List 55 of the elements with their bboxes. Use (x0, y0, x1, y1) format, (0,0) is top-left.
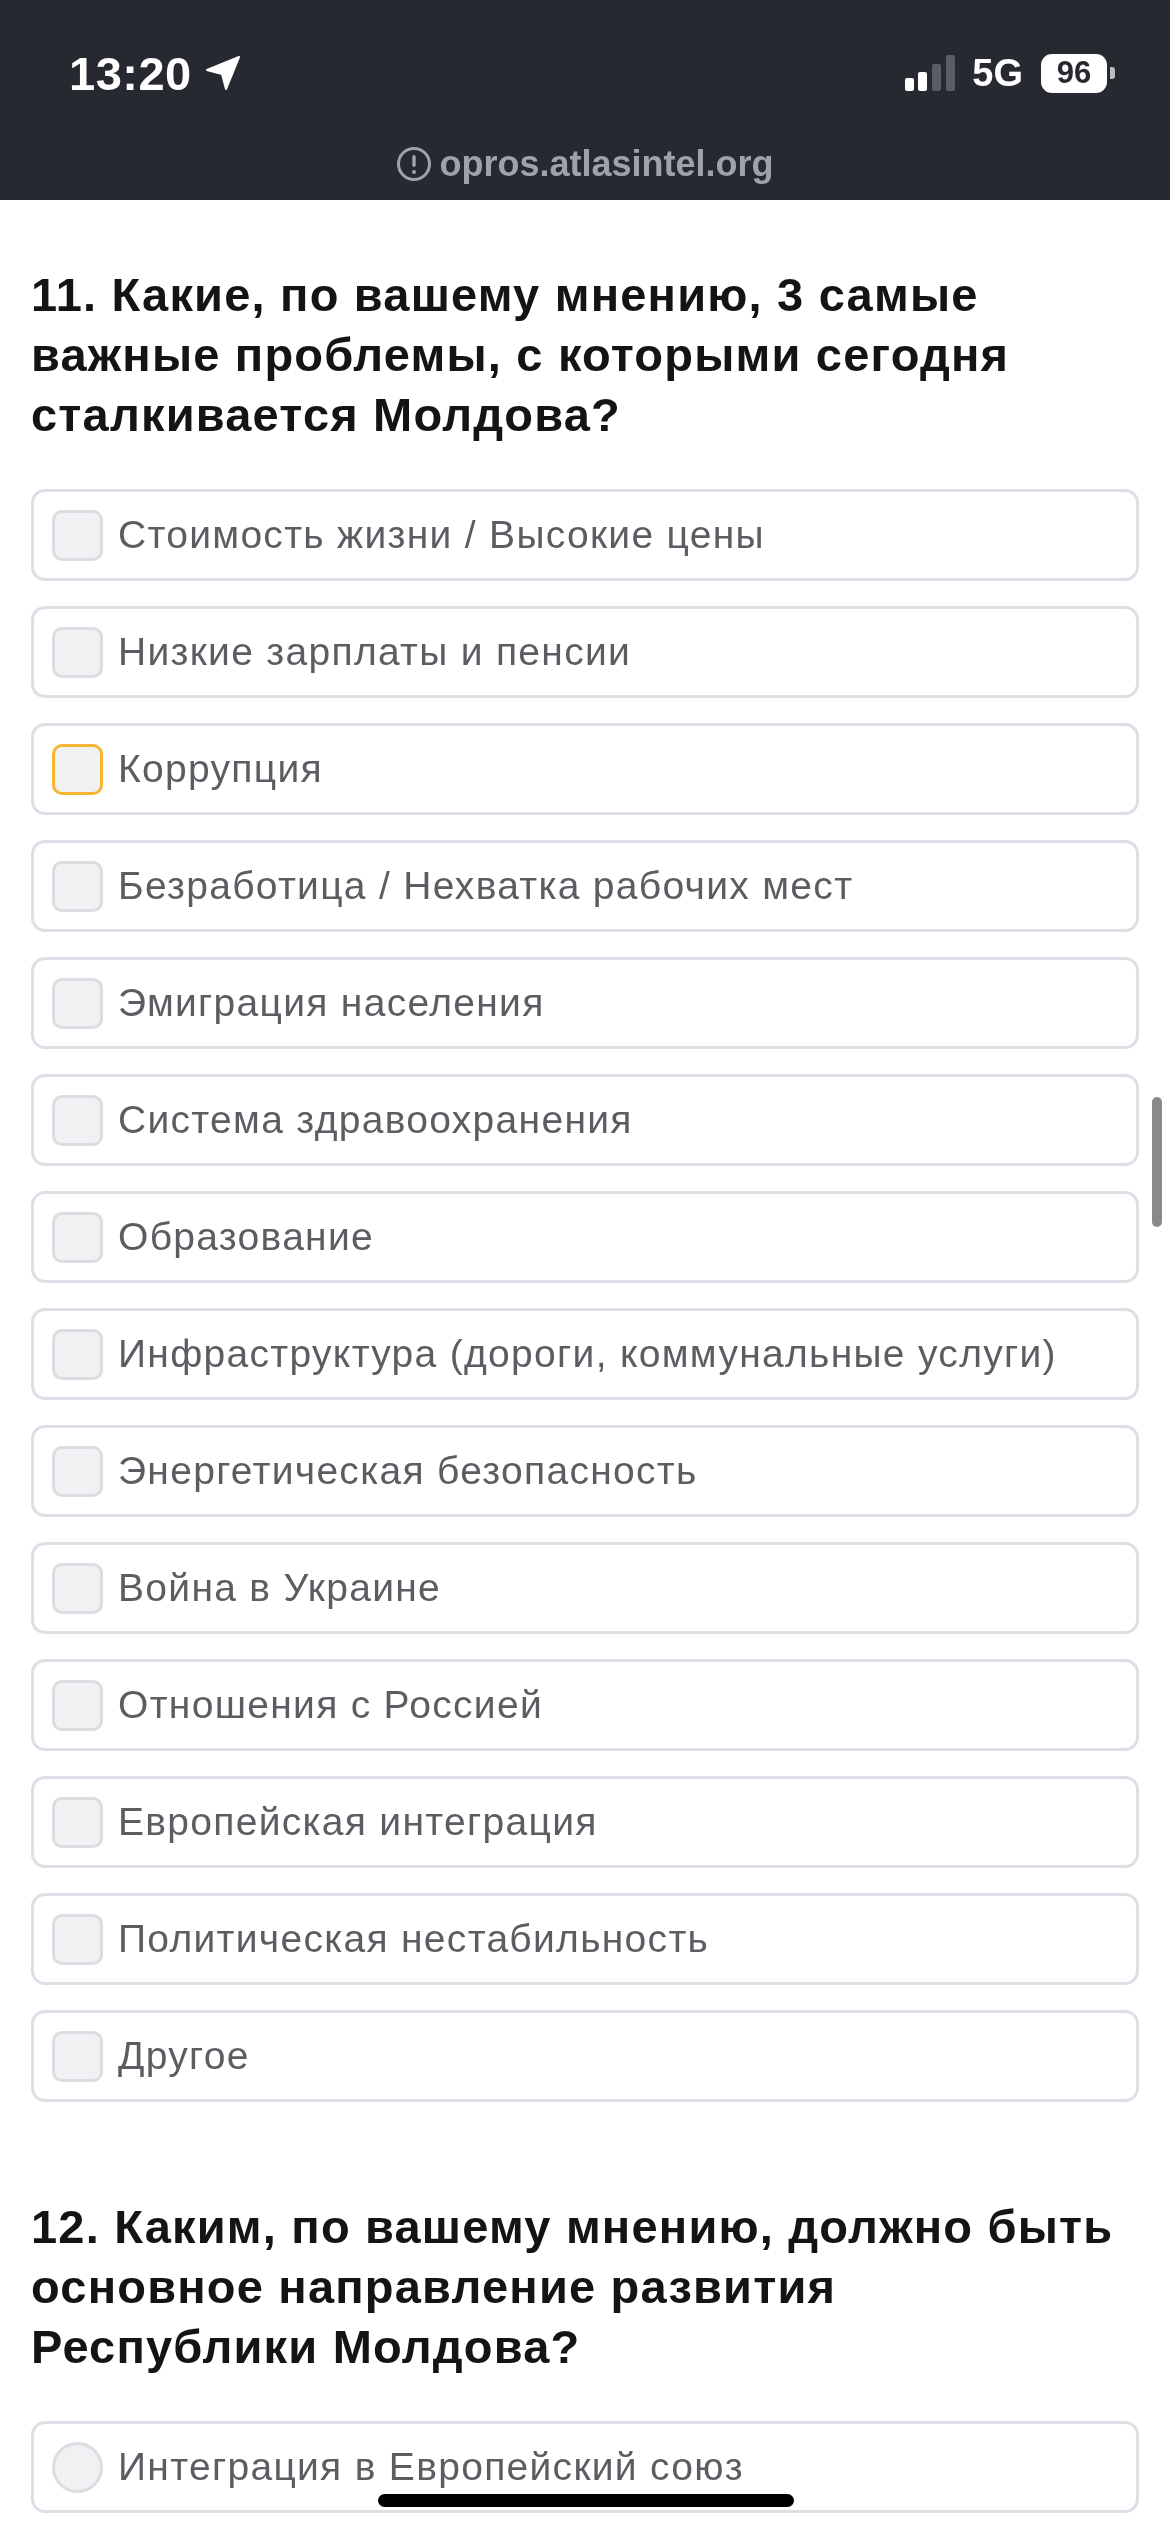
checkbox[interactable] (52, 1445, 103, 1497)
option-label: Низкие зарплаты и пенсии (118, 630, 632, 674)
checkbox[interactable] (52, 509, 103, 561)
answer-option[interactable]: Другое (31, 2010, 1139, 2102)
question-title: 11. Какие, по вашему мнению, 3 самые важные проблемы, с которыми сегодня сталкивается Молдова? (31, 267, 1011, 443)
address-url[interactable]: opros.atlasintel.org (439, 143, 774, 185)
checkbox[interactable] (52, 977, 103, 1029)
battery-indicator: 96 (1041, 53, 1115, 93)
answer-option[interactable]: Низкие зарплаты и пенсии (31, 606, 1139, 698)
option-label: Система здравоохранения (118, 1098, 633, 1142)
location-arrow-icon (204, 55, 241, 91)
answer-option[interactable]: Интеграция в Европейский союз (31, 2421, 1139, 2513)
checkbox[interactable] (52, 860, 103, 912)
option-label: Другое (118, 2034, 250, 2078)
option-label: Европейская интеграция (118, 1800, 598, 1844)
checkbox[interactable] (52, 626, 103, 678)
answer-option[interactable]: Европейская интеграция (31, 1776, 1139, 1868)
checkbox[interactable] (52, 1796, 103, 1848)
answer-option[interactable]: Политическая нестабильность (31, 1893, 1139, 1985)
answer-option[interactable]: Стоимость жизни / Высокие цены (31, 489, 1139, 581)
option-label: Инфраструктура (дороги, коммунальные услуги) (118, 1332, 1057, 1376)
checkbox[interactable] (52, 1913, 103, 1965)
option-label: Политическая нестабильность (118, 1917, 710, 1961)
option-label: Отношения с Россией (118, 1683, 543, 1727)
network-type: 5G (972, 51, 1023, 95)
option-label: Безработица / Нехватка рабочих мест (118, 864, 854, 908)
answer-option[interactable]: Отношения с Россией (31, 1659, 1139, 1751)
scrollbar-thumb[interactable] (1152, 1097, 1162, 1227)
answer-option[interactable]: Инфраструктура (дороги, коммунальные услуги) (31, 1308, 1139, 1400)
exclamation-circle-icon[interactable] (396, 146, 433, 182)
checkbox[interactable] (52, 1562, 103, 1614)
option-label: Интеграция в Европейский союз (118, 2445, 745, 2489)
answer-option[interactable]: Война в Украине (31, 1542, 1139, 1634)
checkbox[interactable] (52, 1328, 103, 1380)
checkbox[interactable] (52, 743, 103, 795)
option-label: Стоимость жизни / Высокие цены (118, 513, 765, 557)
answer-option[interactable]: Энергетическая безопасность (31, 1425, 1139, 1517)
answer-option[interactable]: Образование (31, 1191, 1139, 1283)
option-label: Образование (118, 1215, 375, 1259)
answer-option[interactable]: Система здравоохранения (31, 1074, 1139, 1166)
checkbox[interactable] (52, 1679, 103, 1731)
answer-option[interactable]: Коррупция (31, 723, 1139, 815)
answer-option[interactable]: Эмиграция населения (31, 957, 1139, 1049)
option-label: Война в Украине (118, 1566, 442, 1610)
answer-option[interactable]: Безработица / Нехватка рабочих мест (31, 840, 1139, 932)
question-title: 12. Каким, по вашему мнению, должно быть основное направление развития Республики Молдова? (31, 2199, 1115, 2375)
radio-button[interactable] (52, 2441, 103, 2493)
option-label: Эмиграция населения (118, 981, 545, 1025)
checkbox[interactable] (52, 1094, 103, 1146)
checkbox[interactable] (52, 2030, 103, 2082)
signal-icon (905, 55, 956, 91)
clock-time: 13:20 (69, 45, 192, 101)
checkbox[interactable] (52, 1211, 103, 1263)
option-label: Энергетическая безопасность (118, 1449, 698, 1493)
option-label: Коррупция (118, 747, 323, 791)
